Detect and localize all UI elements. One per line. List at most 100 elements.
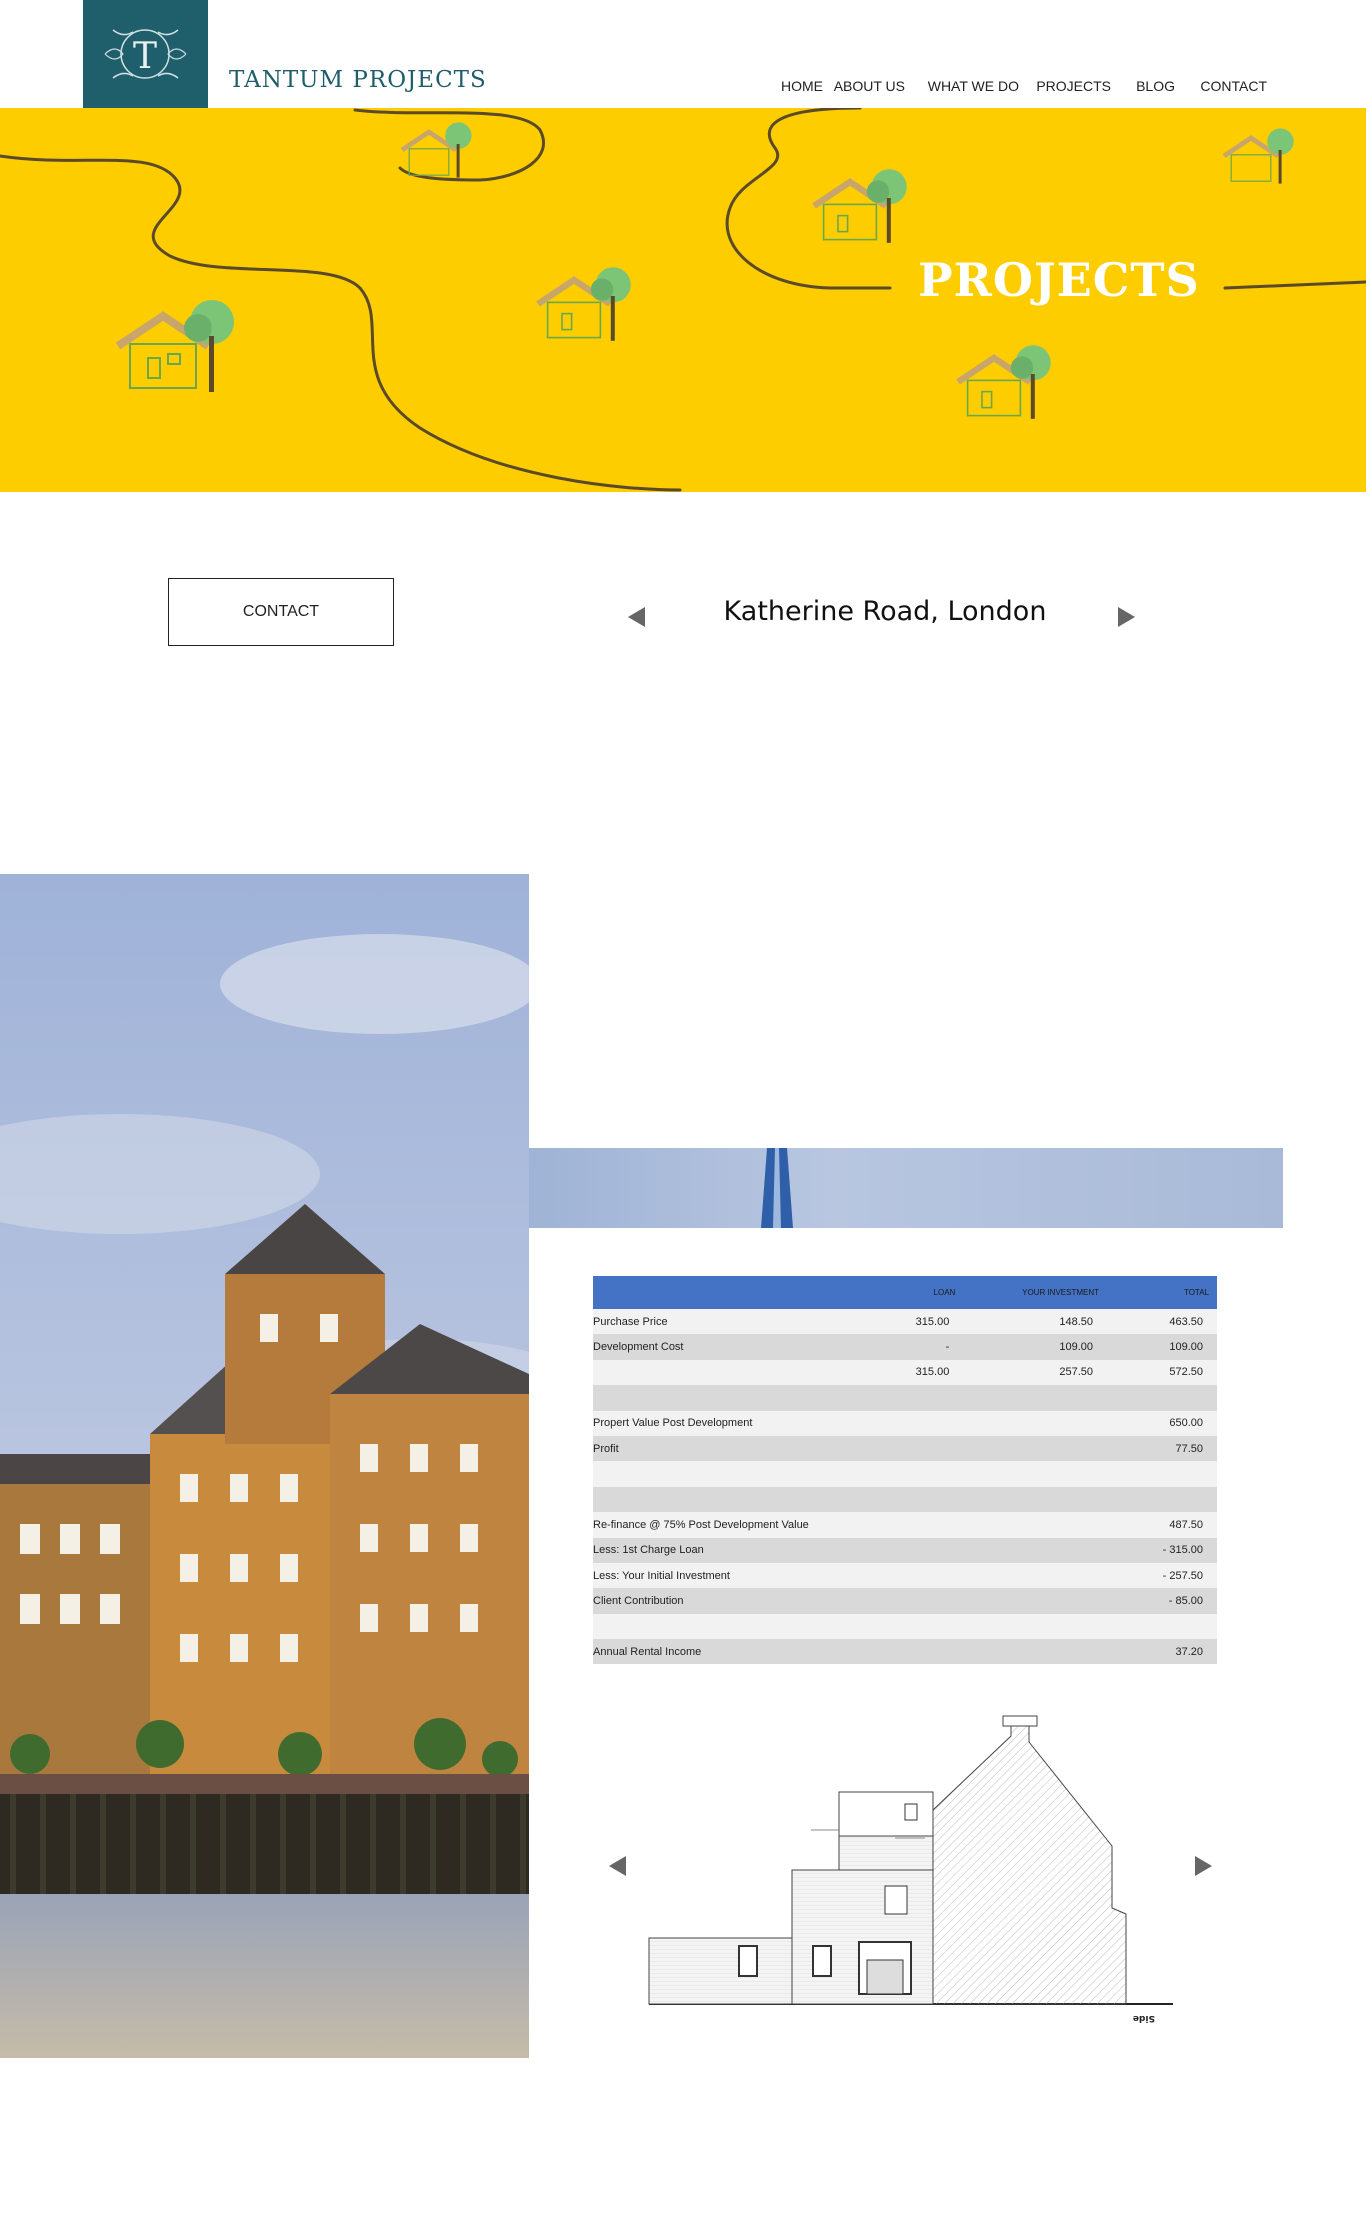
- table-cell: 572.50: [1107, 1359, 1217, 1386]
- nav-about-us[interactable]: ABOUT US: [834, 78, 905, 94]
- nav-contact[interactable]: CONTACT: [1200, 78, 1267, 94]
- table-cell: [963, 1385, 1108, 1411]
- row-label: Purchase Price: [593, 1309, 832, 1335]
- column-header: [593, 1276, 832, 1309]
- table-cell: [1107, 1486, 1217, 1513]
- table-row: [593, 1613, 1217, 1640]
- table-row: Less: Your Initial Investment - 257.50: [593, 1562, 1217, 1589]
- table-cell: [831, 1435, 964, 1462]
- house-icon: [536, 267, 631, 341]
- row-label: Development Cost: [593, 1334, 832, 1360]
- table-row: Purchase Price 315.00 148.50 463.50: [593, 1309, 1217, 1335]
- financial-table-panel: LOAN YOUR INVESTMENT TOTAL Purchase Pric…: [529, 1228, 1283, 1706]
- project-photo: [0, 874, 529, 2058]
- table-cell: 77.50: [1107, 1435, 1217, 1462]
- table-cell: 315.00: [831, 1309, 964, 1335]
- photo-strip: [529, 1148, 1283, 1228]
- table-cell: [831, 1562, 964, 1589]
- row-label: [593, 1613, 832, 1640]
- table-cell: - 85.00: [1107, 1588, 1217, 1614]
- nav-home[interactable]: HOME: [781, 78, 823, 94]
- table-cell: [831, 1588, 964, 1614]
- table-row: [593, 1385, 1217, 1411]
- contact-button[interactable]: CONTACT: [168, 578, 394, 646]
- table-row: Less: 1st Charge Loan - 315.00: [593, 1537, 1217, 1563]
- table-cell: [963, 1435, 1108, 1462]
- house-icon: [812, 169, 907, 243]
- table-cell: [963, 1613, 1108, 1640]
- table-cell: [963, 1461, 1108, 1487]
- page-title: PROJECTS: [918, 253, 1200, 307]
- nav-projects[interactable]: PROJECTS: [1036, 78, 1111, 94]
- column-header: YOUR INVESTMENT: [963, 1276, 1108, 1309]
- table-cell: 257.50: [963, 1359, 1108, 1386]
- row-label: [593, 1385, 832, 1411]
- drawing-caption: Side: [1133, 2013, 1155, 2023]
- table-cell: 148.50: [963, 1309, 1108, 1335]
- table-cell: 315.00: [831, 1359, 964, 1386]
- row-label: Client Contribution: [593, 1588, 832, 1614]
- house-icon: [956, 345, 1051, 419]
- table-cell: [831, 1613, 964, 1640]
- table-cell: [963, 1588, 1108, 1614]
- row-label: Profit: [593, 1435, 832, 1462]
- table-row: Propert Value Post Development 650.00: [593, 1410, 1217, 1436]
- next-image-arrow-icon[interactable]: [1195, 1856, 1212, 1876]
- house-icon: [400, 122, 472, 178]
- table-cell: 650.00: [1107, 1410, 1217, 1436]
- table-cell: -: [831, 1334, 964, 1360]
- table-cell: [963, 1486, 1108, 1513]
- table-cell: 487.50: [1107, 1512, 1217, 1538]
- logo[interactable]: T: [83, 0, 208, 108]
- table-cell: - 315.00: [1107, 1537, 1217, 1563]
- table-cell: [831, 1385, 964, 1411]
- table-row: Development Cost -109.00 109.00: [593, 1334, 1217, 1360]
- table-cell: [963, 1410, 1108, 1436]
- monogram-logo-icon: T: [104, 29, 187, 79]
- table-row: Client Contribution - 85.00: [593, 1588, 1217, 1614]
- financial-table: LOAN YOUR INVESTMENT TOTAL Purchase Pric…: [593, 1276, 1217, 1665]
- row-label: [593, 1486, 832, 1513]
- table-cell: [831, 1486, 964, 1513]
- hero-banner: PROJECTS: [0, 108, 1366, 492]
- table-cell: [831, 1410, 964, 1436]
- table-cell: [831, 1639, 964, 1665]
- house-icon: [115, 300, 234, 392]
- site-header: T TANTUM PROJECTS HOME ABOUT US WHAT WE …: [83, 0, 1283, 108]
- svg-text:T: T: [133, 36, 157, 77]
- table-cell: [1107, 1461, 1217, 1487]
- table-cell: 463.50: [1107, 1309, 1217, 1335]
- brand-name[interactable]: TANTUM PROJECTS: [229, 67, 487, 93]
- row-label: Propert Value Post Development: [593, 1410, 832, 1436]
- elevation-drawing-panel: Side: [529, 1706, 1283, 2058]
- prev-project-arrow-icon[interactable]: [628, 607, 645, 627]
- row-label: Annual Rental Income: [593, 1639, 832, 1665]
- table-cell: [831, 1537, 964, 1563]
- table-cell: [963, 1562, 1108, 1589]
- table-cell: [963, 1537, 1108, 1563]
- row-label: Less: Your Initial Investment: [593, 1562, 832, 1589]
- prev-image-arrow-icon[interactable]: [609, 1856, 626, 1876]
- table-row: Annual Rental Income 37.20: [593, 1639, 1217, 1665]
- table-cell: [831, 1461, 964, 1487]
- row-label: [593, 1461, 832, 1487]
- nav-blog[interactable]: BLOG: [1136, 78, 1175, 94]
- project-title: Katherine Road, London: [723, 596, 1047, 627]
- row-label: [593, 1359, 832, 1386]
- table-cell: 37.20: [1107, 1639, 1217, 1665]
- row-label: Less: 1st Charge Loan: [593, 1537, 832, 1563]
- column-header: TOTAL: [1107, 1276, 1217, 1309]
- nav-what-we-do[interactable]: WHAT WE DO: [928, 78, 1019, 94]
- table-row: [593, 1486, 1217, 1513]
- table-cell: 109.00: [963, 1334, 1108, 1360]
- table-cell: [963, 1639, 1108, 1665]
- house-icon: [1222, 128, 1294, 184]
- table-header-row: LOAN YOUR INVESTMENT TOTAL: [593, 1276, 1217, 1309]
- elevation-drawing: Side: [648, 1715, 1173, 2023]
- column-header: LOAN: [831, 1276, 964, 1309]
- table-row: Re-finance @ 75% Post Development Value 4…: [593, 1512, 1217, 1538]
- next-project-arrow-icon[interactable]: [1118, 607, 1135, 627]
- table-cell: [1107, 1385, 1217, 1411]
- table-cell: [963, 1512, 1108, 1538]
- table-row: [593, 1461, 1217, 1487]
